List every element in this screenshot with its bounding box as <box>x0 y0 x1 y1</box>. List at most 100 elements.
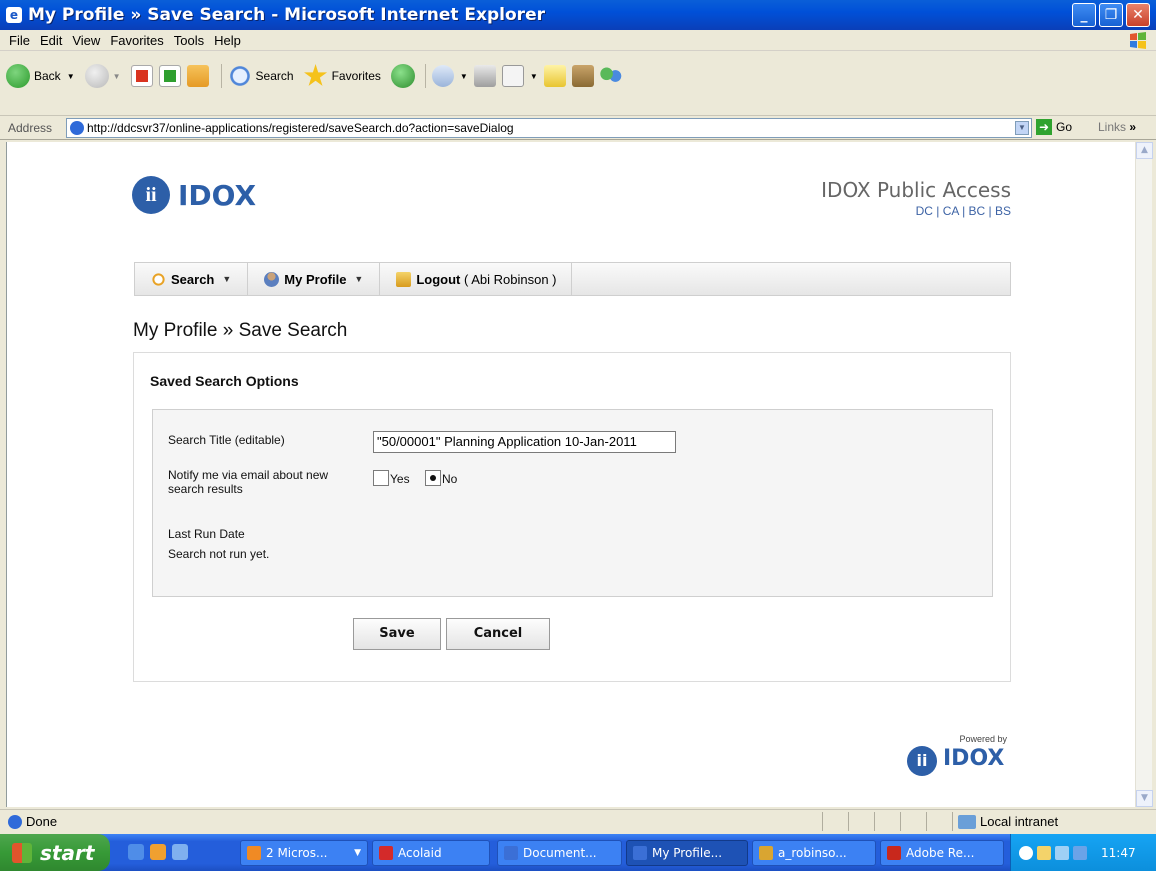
search-icon <box>151 271 166 287</box>
status-done: Done <box>8 814 57 829</box>
status-bar: Done Local intranet <box>0 809 1156 833</box>
powered-by-logo[interactable]: Powered by ii IDOX <box>907 734 1011 776</box>
stop-icon[interactable] <box>130 65 153 87</box>
task-button-4[interactable]: a_robinso... <box>752 840 876 866</box>
chevron-down-icon: ▼ <box>222 274 232 284</box>
close-button[interactable]: ✕ <box>1126 3 1150 27</box>
print-icon[interactable] <box>473 65 496 87</box>
links-button[interactable]: Links » <box>1098 120 1136 134</box>
status-divider <box>822 812 823 831</box>
scroll-down-icon[interactable]: ▼ <box>1136 790 1153 807</box>
task-app-icon <box>247 846 261 860</box>
task-button-1[interactable]: Acolaid <box>372 840 490 866</box>
app-quicklaunch-icon[interactable] <box>150 844 166 860</box>
search-title-label: Search Title (editable) <box>168 433 285 447</box>
tray-mail-icon[interactable] <box>1037 845 1051 860</box>
toolbar-separator <box>424 64 426 88</box>
toolbar-separator <box>220 64 222 88</box>
options-form: Search Title (editable) "50/00001" Plann… <box>152 409 993 597</box>
radio-selected-dot <box>430 475 436 481</box>
forward-button[interactable]: ▼ <box>84 64 121 88</box>
security-zone[interactable]: Local intranet <box>958 814 1058 829</box>
clock: 11:47 <box>1101 845 1136 860</box>
main-nav: Search ▼ My Profile ▼ Logout ( Abi Robinso… <box>134 262 1011 296</box>
save-button[interactable]: Save <box>353 618 441 650</box>
start-button[interactable]: start <box>0 834 110 871</box>
logo-text: IDOX <box>178 178 257 212</box>
task-app-icon <box>759 846 773 860</box>
task-button-0[interactable]: 2 Micros... ▼ <box>240 840 368 866</box>
system-tray: 11:47 <box>1010 834 1156 871</box>
tray-network-icon[interactable] <box>1055 845 1069 860</box>
address-url: http://ddcsvr37/online-applications/regi… <box>87 121 514 135</box>
browser-quicklaunch-icon[interactable] <box>172 844 188 860</box>
go-button[interactable]: ➜ Go <box>1036 119 1072 135</box>
quick-launch <box>128 844 188 860</box>
minimize-button[interactable]: _ <box>1072 3 1096 27</box>
address-input[interactable]: http://ddcsvr37/online-applications/regi… <box>66 118 1032 138</box>
status-divider <box>952 812 953 831</box>
menu-favorites[interactable]: Favorites <box>105 30 168 51</box>
last-run-value: Search not run yet. <box>168 547 270 561</box>
scroll-up-icon[interactable]: ▲ <box>1136 142 1153 159</box>
go-arrow-icon: ➜ <box>1036 119 1052 135</box>
task-button-3[interactable]: My Profile... <box>626 840 748 866</box>
page-icon <box>8 814 22 829</box>
notify-no-radio[interactable] <box>425 470 441 486</box>
page-title: My Profile » Save Search <box>133 320 348 341</box>
tray-app-icon[interactable] <box>1073 845 1087 860</box>
user-icon <box>264 271 280 287</box>
notify-yes-radio[interactable] <box>373 470 389 486</box>
discuss-icon[interactable] <box>543 65 566 87</box>
browser-toolbar: Back ▼ ▼ Search Favorites ▼ ▼ <box>0 52 1156 116</box>
nav-logout[interactable]: Logout ( Abi Robinson ) <box>380 263 572 295</box>
notify-yes-label: Yes <box>390 472 410 486</box>
idox-logo[interactable]: ii IDOX <box>132 176 256 214</box>
refresh-icon[interactable] <box>158 65 181 87</box>
menu-file[interactable]: File <box>4 30 35 51</box>
taskbar: start 2 Micros... ▼ Acolaid Document... M… <box>0 834 1156 871</box>
task-button-2[interactable]: Document... <box>497 840 622 866</box>
messenger-icon[interactable] <box>599 65 622 87</box>
windows-flag-icon <box>12 842 32 863</box>
address-dropdown-icon[interactable]: ▼ <box>1015 121 1029 135</box>
back-button[interactable]: Back ▼ <box>6 64 75 88</box>
search-magnifier-icon <box>227 64 252 88</box>
last-run-label: Last Run Date <box>168 527 245 541</box>
search-title-input[interactable]: "50/00001" Planning Application 10-Jan-2… <box>373 431 676 453</box>
chevron-down-icon: ▼ <box>354 274 364 284</box>
edit-word-icon[interactable] <box>501 65 524 87</box>
vertical-scrollbar[interactable]: ▲ ▼ <box>1135 142 1153 807</box>
tray-arrow-icon[interactable] <box>1019 845 1033 860</box>
back-arrow-icon <box>6 64 30 88</box>
nav-search[interactable]: Search ▼ <box>135 263 249 295</box>
lock-icon <box>396 271 412 287</box>
nav-my-profile[interactable]: My Profile ▼ <box>248 263 381 295</box>
favorites-star-icon <box>304 64 328 86</box>
panel-title: Saved Search Options <box>150 373 299 389</box>
intranet-icon <box>958 814 976 829</box>
menu-bar: File Edit View Favorites Tools Help <box>0 30 1156 51</box>
task-button-5[interactable]: Adobe Re... <box>880 840 1004 866</box>
favorites-button[interactable]: Favorites <box>304 64 381 88</box>
forward-arrow-icon <box>84 64 109 88</box>
home-icon[interactable] <box>186 65 209 87</box>
ie-quicklaunch-icon[interactable] <box>128 844 144 860</box>
history-icon[interactable] <box>390 64 415 88</box>
research-icon[interactable] <box>571 65 594 87</box>
address-bar: Address http://ddcsvr37/online-applicati… <box>0 116 1156 140</box>
search-button[interactable]: Search <box>227 64 294 88</box>
idox-badge-icon: ii <box>132 176 170 214</box>
menu-tools[interactable]: Tools <box>169 30 209 51</box>
menu-edit[interactable]: Edit <box>35 30 67 51</box>
menu-help[interactable]: Help <box>209 30 246 51</box>
status-divider <box>926 812 927 831</box>
ie-app-icon[interactable]: e <box>6 7 22 23</box>
maximize-button[interactable]: ❐ <box>1099 3 1123 27</box>
brand-subtitle: DC | CA | BC | BS <box>915 204 1011 218</box>
idox-badge-icon: ii <box>907 746 937 776</box>
mail-icon[interactable] <box>431 65 454 87</box>
cancel-button[interactable]: Cancel <box>446 618 550 650</box>
menu-view[interactable]: View <box>67 30 105 51</box>
title-bar: e My Profile » Save Search - Microsoft I… <box>0 0 1156 30</box>
